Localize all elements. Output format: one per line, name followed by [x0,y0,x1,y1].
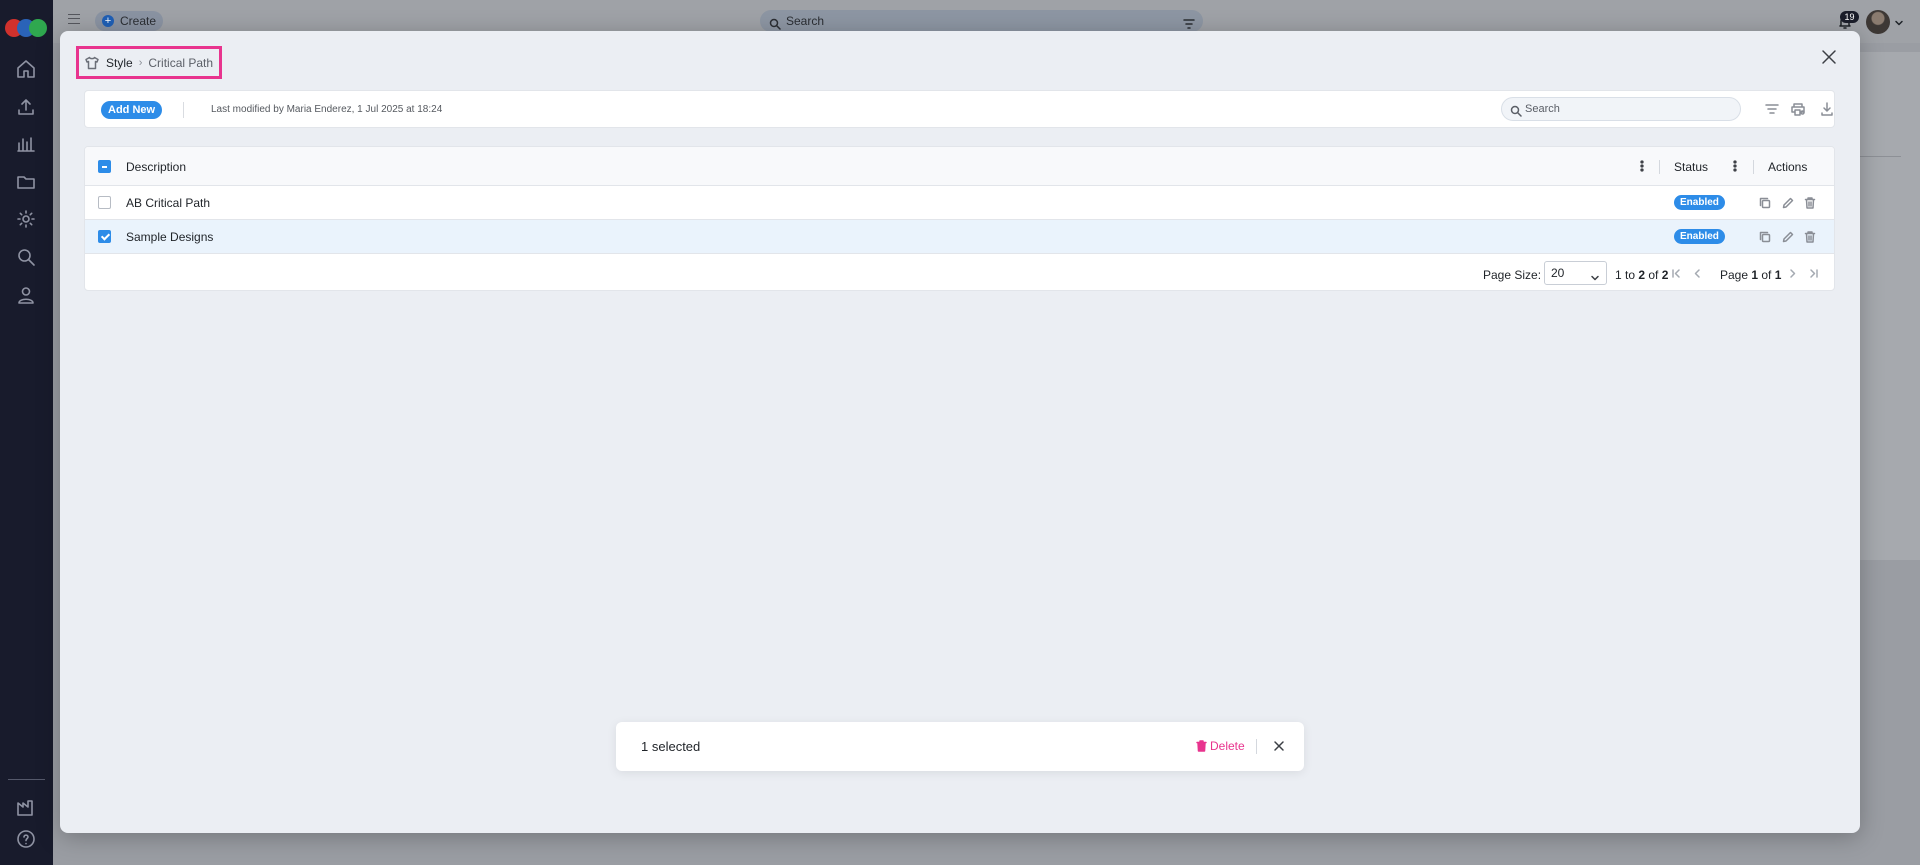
select-all-checkbox[interactable] [98,160,111,173]
shirt-icon [84,55,100,71]
filter-icon[interactable] [1183,15,1195,29]
data-grid: Description Status Actions AB Critical P… [84,146,1835,291]
column-header-status[interactable]: Status [1674,160,1708,174]
download-icon[interactable] [1819,101,1835,117]
table-search-placeholder: Search [1525,103,1560,115]
breadcrumb: Style › Critical Path [76,46,222,79]
sidebar [0,0,53,865]
row-checkbox[interactable] [98,230,111,243]
create-button[interactable]: + Create [95,11,163,31]
column-menu-icon[interactable] [1728,159,1742,173]
delete-button[interactable]: Delete [1196,739,1245,753]
selected-count: 1 selected [641,739,701,754]
gear-icon[interactable] [14,207,38,231]
pagination-bar: Page Size: 20 1 to 2 of 2 Page 1 of 1 [85,255,1834,290]
breadcrumb-style-link[interactable]: Style [106,56,133,70]
modal-dialog: Style › Critical Path Add New Last modif… [60,31,1860,833]
selection-divider [1256,739,1257,754]
user-icon[interactable] [14,283,38,307]
notification-badge: 19 [1840,11,1859,23]
page-size-value: 20 [1551,266,1565,280]
first-page-icon[interactable] [1671,268,1682,279]
grid-toolbar: Add New Last modified by Maria Enderez, … [84,90,1835,128]
status-badge: Enabled [1674,229,1725,244]
help-icon[interactable] [14,827,38,851]
trash-icon[interactable] [1803,230,1817,244]
toolbar-divider [183,102,184,118]
chevron-right-icon: › [138,56,143,69]
page-range-text: 1 to 2 of 2 [1615,268,1669,282]
trash-icon[interactable] [1803,196,1817,210]
filter-icon[interactable] [1764,101,1780,117]
create-label: Create [120,14,157,28]
plus-icon: + [102,15,114,27]
print-settings-icon[interactable] [1790,101,1806,117]
edit-icon[interactable] [1781,230,1795,244]
chevron-down-icon[interactable] [1894,17,1904,27]
status-badge: Enabled [1674,195,1725,210]
last-page-icon[interactable] [1808,268,1819,279]
global-search-input[interactable]: Search [760,10,1203,32]
folder-icon[interactable] [14,170,38,194]
close-icon[interactable] [1820,48,1838,66]
previous-page-icon[interactable] [1692,268,1703,279]
chart-icon[interactable] [14,132,38,156]
next-page-icon[interactable] [1787,268,1798,279]
add-new-button[interactable]: Add New [101,101,163,119]
last-modified-text: Last modified by Maria Enderez, 1 Jul 20… [211,104,443,115]
column-separator[interactable] [1659,160,1660,174]
home-icon[interactable] [14,57,38,81]
table-search-input[interactable]: Search [1501,97,1741,121]
close-icon[interactable] [1273,740,1285,752]
column-separator[interactable] [1753,160,1754,174]
copy-icon[interactable] [1758,196,1772,210]
edit-icon[interactable] [1781,196,1795,210]
search-icon[interactable] [14,245,38,269]
breadcrumb-current: Critical Path [148,55,214,70]
global-search-placeholder: Search [786,14,825,28]
column-header-actions: Actions [1768,160,1808,174]
delete-label: Delete [1210,739,1245,753]
grid-header: Description Status Actions [85,147,1834,186]
menu-icon[interactable] [68,14,80,24]
avatar[interactable] [1866,10,1890,34]
search-icon [769,15,781,30]
chevron-down-icon [1590,268,1600,281]
table-row[interactable]: Sample Designs Enabled [85,220,1834,254]
upload-icon[interactable] [14,95,38,119]
search-icon [1510,103,1522,117]
selection-bar: 1 selected Delete [616,722,1304,771]
factory-icon[interactable] [14,796,38,820]
page-size-label: Page Size: [1483,268,1542,282]
column-menu-icon[interactable] [1635,159,1649,173]
app-logo[interactable] [5,19,49,37]
row-description: Sample Designs [126,230,214,244]
table-row[interactable]: AB Critical Path Enabled [85,186,1834,220]
column-header-description[interactable]: Description [126,160,186,174]
page-indicator: Page 1 of 1 [1720,268,1782,282]
sidebar-divider [8,779,45,780]
page-size-select[interactable]: 20 [1544,261,1607,285]
copy-icon[interactable] [1758,230,1772,244]
trash-icon [1196,740,1207,752]
row-checkbox[interactable] [98,196,111,209]
row-description: AB Critical Path [126,196,211,210]
